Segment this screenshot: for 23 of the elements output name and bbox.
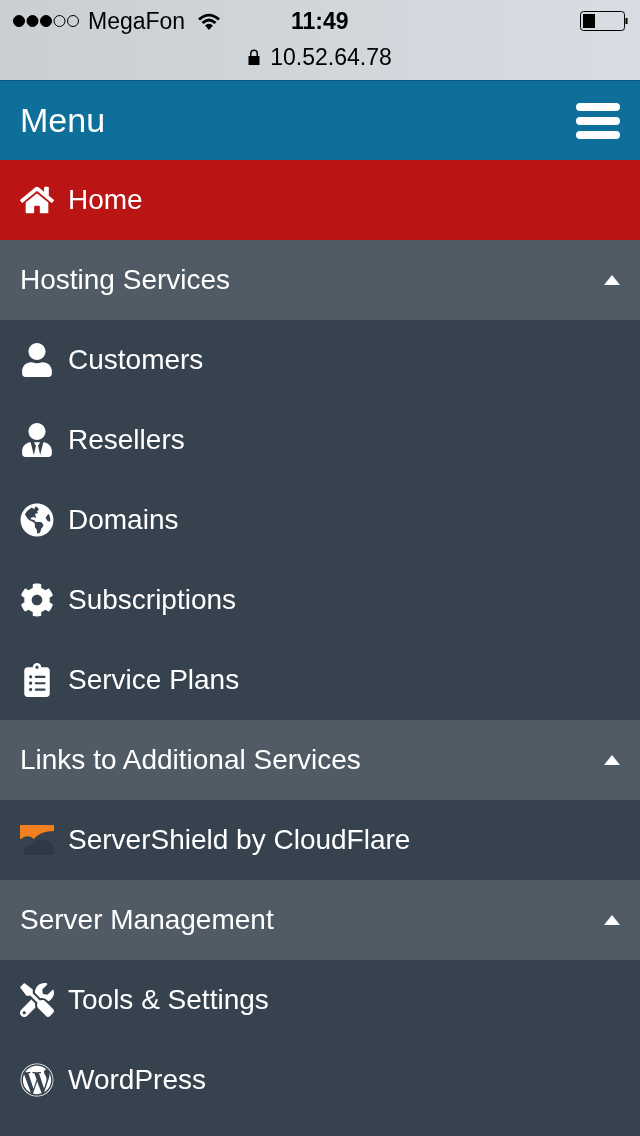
lock-icon bbox=[248, 49, 261, 65]
section-header[interactable]: Links to Additional Services bbox=[0, 720, 640, 800]
gear-icon bbox=[20, 583, 54, 617]
section-header[interactable]: Hosting Services bbox=[0, 240, 640, 320]
caret-icon bbox=[604, 275, 620, 285]
cloud-logo-icon bbox=[20, 825, 54, 855]
url-text: 10.52.64.78 bbox=[270, 42, 392, 72]
carrier-name: MegaFon bbox=[88, 6, 186, 36]
clock-time: 11:49 bbox=[291, 6, 349, 36]
menu-title: Menu bbox=[20, 100, 106, 141]
globe-icon bbox=[20, 503, 54, 537]
menu-item[interactable]: Home bbox=[0, 160, 640, 240]
caret-icon bbox=[604, 915, 620, 925]
section-header[interactable]: Server Management bbox=[0, 880, 640, 960]
menu-icon[interactable] bbox=[576, 102, 620, 139]
signal-icon bbox=[12, 14, 80, 28]
battery-icon bbox=[580, 11, 628, 31]
wordpress-icon bbox=[20, 1063, 54, 1097]
wifi-icon bbox=[197, 12, 222, 30]
caret-icon bbox=[604, 755, 620, 765]
person-tie-icon bbox=[20, 423, 54, 457]
user-icon bbox=[20, 343, 54, 377]
tools-icon bbox=[20, 983, 54, 1017]
